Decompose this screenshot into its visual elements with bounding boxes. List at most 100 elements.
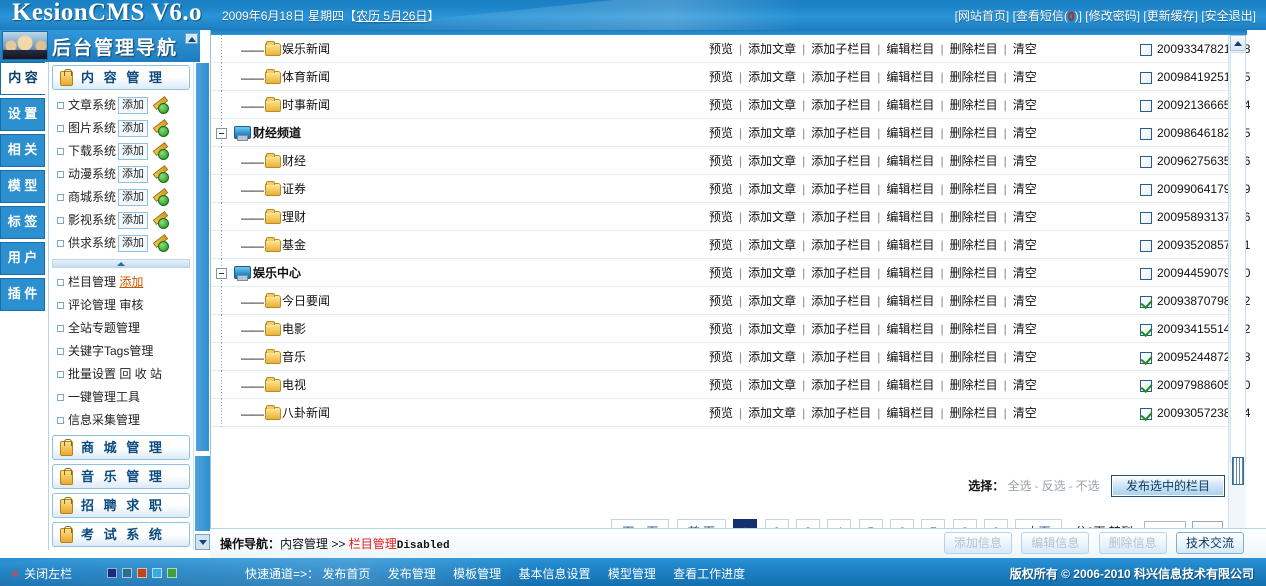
row-checkbox[interactable]: [1140, 324, 1152, 336]
row-checkbox[interactable]: [1140, 212, 1152, 224]
column-name-label[interactable]: 今日要闻: [282, 294, 330, 308]
link-site-home[interactable]: [网站首页]: [955, 9, 1010, 23]
sidebar-scrollbar[interactable]: [193, 62, 210, 550]
column-name-label[interactable]: 音乐: [282, 350, 306, 364]
row-checkbox[interactable]: [1140, 240, 1152, 252]
group-exam-system[interactable]: 考 试 系 统: [52, 522, 190, 547]
action-edit-column[interactable]: 编辑栏目: [886, 182, 934, 196]
link-view-messages[interactable]: [查看短信(0)]: [1013, 9, 1082, 23]
action-clear[interactable]: 清空: [1013, 98, 1037, 112]
action-edit-column[interactable]: 编辑栏目: [886, 70, 934, 84]
action-add-article[interactable]: 添加文章: [748, 322, 796, 336]
action-add-article[interactable]: 添加文章: [748, 154, 796, 168]
action-delete-column[interactable]: 删除栏目: [950, 238, 998, 252]
action-preview[interactable]: 预览: [709, 238, 733, 252]
edit-pencil-icon[interactable]: [152, 190, 169, 206]
edit-pencil-icon[interactable]: [152, 213, 169, 229]
edit-info-button[interactable]: 编辑信息: [1021, 532, 1089, 554]
column-name-label[interactable]: 证券: [282, 182, 306, 196]
action-delete-column[interactable]: 删除栏目: [950, 42, 998, 56]
sidebar-scroll-thumb[interactable]: [195, 62, 210, 452]
action-preview[interactable]: 预览: [709, 406, 733, 420]
main-scroll-thumb[interactable]: [1230, 52, 1246, 462]
sidebar-tab-related[interactable]: 相 关: [0, 134, 45, 167]
action-add-subcolumn[interactable]: 添加子栏目: [811, 266, 871, 280]
action-delete-column[interactable]: 删除栏目: [950, 350, 998, 364]
scroll-up-icon[interactable]: [1230, 35, 1246, 51]
delete-info-button[interactable]: 删除信息: [1099, 532, 1167, 554]
collapse-expander-icon[interactable]: [216, 128, 227, 139]
action-preview[interactable]: 预览: [709, 322, 733, 336]
action-clear[interactable]: 清空: [1013, 350, 1037, 364]
action-delete-column[interactable]: 删除栏目: [950, 406, 998, 420]
action-delete-column[interactable]: 删除栏目: [950, 70, 998, 84]
sidebar-scroll-down-icon[interactable]: [195, 534, 210, 550]
sidebar-scroll-up-icon[interactable]: [185, 33, 198, 44]
add-video-button[interactable]: 添加: [118, 212, 148, 229]
action-edit-column[interactable]: 编辑栏目: [886, 154, 934, 168]
row-checkbox[interactable]: [1140, 100, 1152, 112]
sidebar-item-onekey-tools[interactable]: 一键管理工具: [49, 386, 193, 409]
action-edit-column[interactable]: 编辑栏目: [886, 294, 934, 308]
column-name-label[interactable]: 娱乐新闻: [282, 42, 330, 56]
action-preview[interactable]: 预览: [709, 182, 733, 196]
sidebar-tab-tags[interactable]: 标 签: [0, 206, 45, 239]
action-delete-column[interactable]: 删除栏目: [950, 322, 998, 336]
action-add-subcolumn[interactable]: 添加子栏目: [811, 238, 871, 252]
action-delete-column[interactable]: 删除栏目: [950, 294, 998, 308]
action-edit-column[interactable]: 编辑栏目: [886, 238, 934, 252]
action-clear[interactable]: 清空: [1013, 126, 1037, 140]
row-checkbox[interactable]: [1140, 184, 1152, 196]
main-scrollbar[interactable]: [1228, 35, 1246, 558]
column-name-label[interactable]: 体育新闻: [282, 70, 330, 84]
sidebar-item-shop-system[interactable]: 商城系统添加: [49, 186, 193, 209]
action-delete-column[interactable]: 删除栏目: [950, 126, 998, 140]
action-clear[interactable]: 清空: [1013, 210, 1037, 224]
quick-link-model-manage[interactable]: 模型管理: [608, 567, 656, 581]
row-checkbox[interactable]: [1140, 408, 1152, 420]
group-shop-management[interactable]: 商 城 管 理: [52, 435, 190, 460]
action-add-subcolumn[interactable]: 添加子栏目: [811, 70, 871, 84]
action-edit-column[interactable]: 编辑栏目: [886, 406, 934, 420]
column-name-label[interactable]: 电影: [282, 322, 306, 336]
sidebar-item-anime-system[interactable]: 动漫系统添加: [49, 163, 193, 186]
sidebar-item-column-management[interactable]: 栏目管理 添加: [49, 271, 193, 294]
add-shop-button[interactable]: 添加: [118, 189, 148, 206]
action-edit-column[interactable]: 编辑栏目: [886, 266, 934, 280]
edit-pencil-icon[interactable]: [152, 144, 169, 160]
row-checkbox[interactable]: [1140, 268, 1152, 280]
action-add-subcolumn[interactable]: 添加子栏目: [811, 42, 871, 56]
link-change-password[interactable]: [修改密码]: [1085, 9, 1140, 23]
sidebar-item-tags-management[interactable]: 关键字Tags管理: [49, 340, 193, 363]
action-add-article[interactable]: 添加文章: [748, 70, 796, 84]
row-checkbox[interactable]: [1140, 380, 1152, 392]
add-download-button[interactable]: 添加: [118, 143, 148, 160]
action-clear[interactable]: 清空: [1013, 378, 1037, 392]
sidebar-tab-content[interactable]: 内 容: [0, 62, 45, 95]
action-preview[interactable]: 预览: [709, 294, 733, 308]
action-edit-column[interactable]: 编辑栏目: [886, 126, 934, 140]
row-checkbox[interactable]: [1140, 156, 1152, 168]
action-delete-column[interactable]: 删除栏目: [950, 154, 998, 168]
column-name-label[interactable]: 娱乐中心: [253, 266, 301, 280]
edit-pencil-icon[interactable]: [152, 167, 169, 183]
sidebar-item-supply-system[interactable]: 供求系统添加: [49, 232, 193, 255]
sidebar-item-image-system[interactable]: 图片系统添加: [49, 117, 193, 140]
action-delete-column[interactable]: 删除栏目: [950, 210, 998, 224]
action-add-subcolumn[interactable]: 添加子栏目: [811, 182, 871, 196]
action-add-subcolumn[interactable]: 添加子栏目: [811, 294, 871, 308]
select-invert-link[interactable]: 反选: [1042, 479, 1066, 493]
action-add-article[interactable]: 添加文章: [748, 406, 796, 420]
quick-link-work-progress[interactable]: 查看工作进度: [673, 567, 745, 581]
action-preview[interactable]: 预览: [709, 126, 733, 140]
action-add-subcolumn[interactable]: 添加子栏目: [811, 126, 871, 140]
add-supply-button[interactable]: 添加: [118, 235, 148, 252]
add-article-button[interactable]: 添加: [118, 97, 148, 114]
theme-swatch[interactable]: [107, 568, 117, 578]
column-name-label[interactable]: 财经频道: [253, 126, 301, 140]
quick-link-basic-settings[interactable]: 基本信息设置: [518, 567, 590, 581]
theme-swatch[interactable]: [167, 568, 177, 578]
sidebar-item-comment-management[interactable]: 评论管理 审核: [49, 294, 193, 317]
action-clear[interactable]: 清空: [1013, 238, 1037, 252]
action-add-subcolumn[interactable]: 添加子栏目: [811, 350, 871, 364]
